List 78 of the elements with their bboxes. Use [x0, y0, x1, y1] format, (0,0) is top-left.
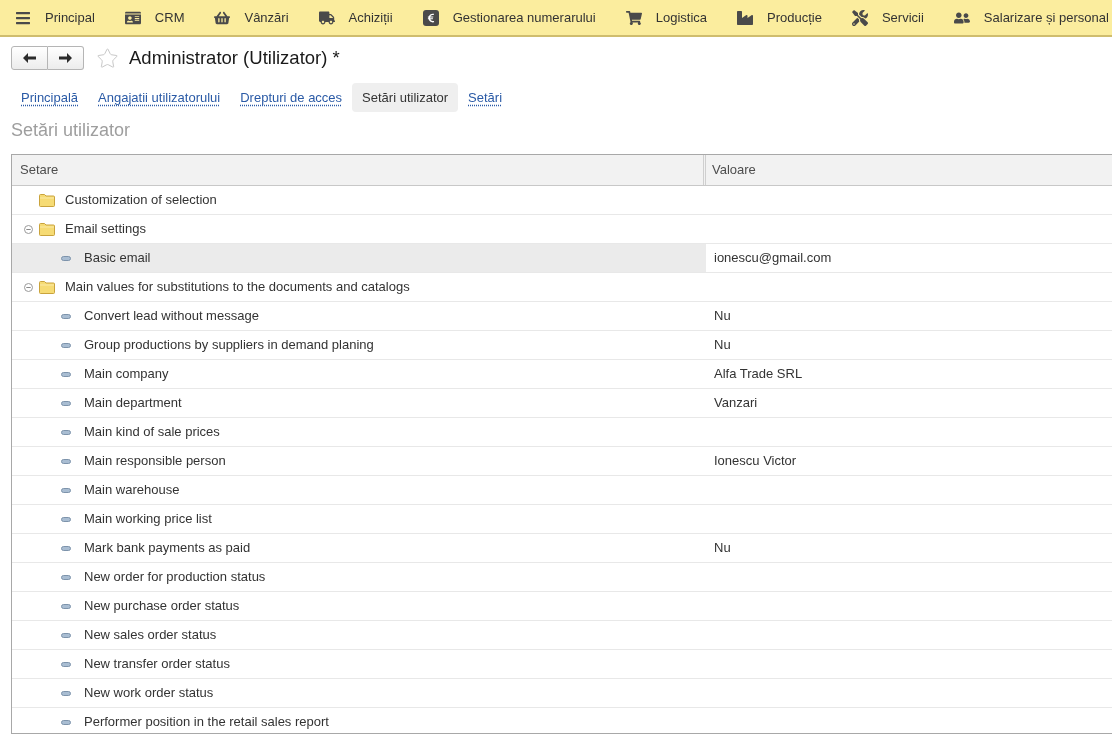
id-card-icon: [124, 9, 141, 26]
back-button[interactable]: [11, 46, 48, 70]
collapse-icon[interactable]: [23, 224, 33, 234]
setting-label: Main responsible person: [84, 452, 226, 471]
section-menu-item[interactable]: Principal: [15, 7, 95, 28]
setting-label: Main department: [84, 394, 182, 413]
setting-value: Alfa Trade SRL: [714, 365, 803, 384]
setting-label: Group productions by suppliers in demand planing: [84, 336, 374, 355]
setting-label: New sales order status: [84, 626, 217, 645]
dash-icon: [61, 429, 71, 435]
dash-icon: [61, 603, 71, 609]
dash-icon: [61, 342, 71, 348]
dash-icon: [61, 400, 71, 406]
dash-icon: [61, 458, 71, 464]
factory-icon: [737, 9, 753, 26]
dash-icon: [61, 313, 71, 319]
tab[interactable]: Setări utilizator: [352, 83, 459, 112]
dash-icon: [61, 255, 71, 261]
setting-label: Main company: [84, 365, 169, 384]
truck-icon: [318, 9, 335, 26]
setting-value: ionescu@gmail.com: [714, 249, 832, 268]
setting-label: Main warehouse: [84, 481, 180, 500]
group-label: Main values for substitutions to the documents and catalogs: [65, 278, 410, 297]
dash-icon: [61, 516, 71, 522]
tools-icon: [851, 9, 868, 26]
section-menu-item[interactable]: Vânzări: [214, 7, 289, 28]
section-menu-item[interactable]: Servicii: [851, 7, 924, 28]
setting-label: Performer position in the retail sales report: [84, 713, 329, 732]
tree-row[interactable]: Basic email: [12, 244, 706, 272]
tab[interactable]: Setări: [458, 83, 513, 112]
section-menu-item[interactable]: Salarizare și personal: [953, 7, 1109, 28]
folder-icon: [39, 222, 55, 236]
section-menu-item[interactable]: Achiziții: [318, 7, 393, 28]
group-label: Email settings: [65, 220, 146, 239]
dash-icon: [61, 719, 71, 725]
setting-label: New purchase order status: [84, 597, 240, 616]
dash-icon: [61, 632, 71, 638]
section-menu-item[interactable]: CRM: [124, 7, 185, 28]
cart-icon: [625, 9, 642, 26]
group-label: Customization of selection: [65, 191, 217, 210]
folder-icon: [39, 280, 55, 294]
dash-icon: [61, 574, 71, 580]
euro-icon: [422, 9, 439, 26]
setting-value: Vanzari: [714, 394, 758, 413]
section-title: Setări utilizator: [11, 120, 131, 141]
setting-label: Basic email: [84, 249, 151, 268]
setting-label: New transfer order status: [84, 655, 230, 674]
tab[interactable]: Drepturi de acces: [230, 83, 353, 112]
dash-icon: [61, 487, 71, 493]
dash-icon: [61, 690, 71, 696]
star-icon[interactable]: [96, 46, 119, 70]
collapse-icon[interactable]: [23, 282, 33, 292]
arrow-left-icon: [23, 53, 36, 63]
setting-label: Main kind of sale prices: [84, 423, 220, 442]
setting-value: Nu: [714, 307, 731, 326]
dash-icon: [61, 371, 71, 377]
column-header: Valoare: [711, 161, 757, 180]
dash-icon: [61, 545, 71, 551]
section-menu-item[interactable]: Producție: [737, 7, 822, 28]
dash-icon: [61, 661, 71, 667]
section-menu-item[interactable]: Gestionarea numerarului: [422, 7, 596, 28]
setting-label: New order for production status: [84, 568, 266, 587]
setting-label: Main working price list: [84, 510, 212, 529]
setting-label: New work order status: [84, 684, 214, 703]
setting-label: Convert lead without message: [84, 307, 259, 326]
setting-value: Nu: [714, 539, 731, 558]
forward-button[interactable]: [48, 46, 84, 70]
basket-icon: [214, 9, 231, 26]
window-title: Administrator (Utilizator) *: [129, 46, 340, 71]
setting-label: Mark bank payments as paid: [84, 539, 251, 558]
setting-value: Ionescu Victor: [714, 452, 797, 471]
setting-value: Nu: [714, 336, 731, 355]
menu-icon: [15, 9, 31, 26]
tab[interactable]: Principală: [11, 83, 89, 112]
tab[interactable]: Angajatii utilizatorului: [88, 83, 231, 112]
arrow-right-icon: [59, 53, 72, 63]
folder-icon: [39, 193, 55, 207]
section-menu-item[interactable]: Logistica: [625, 7, 707, 28]
